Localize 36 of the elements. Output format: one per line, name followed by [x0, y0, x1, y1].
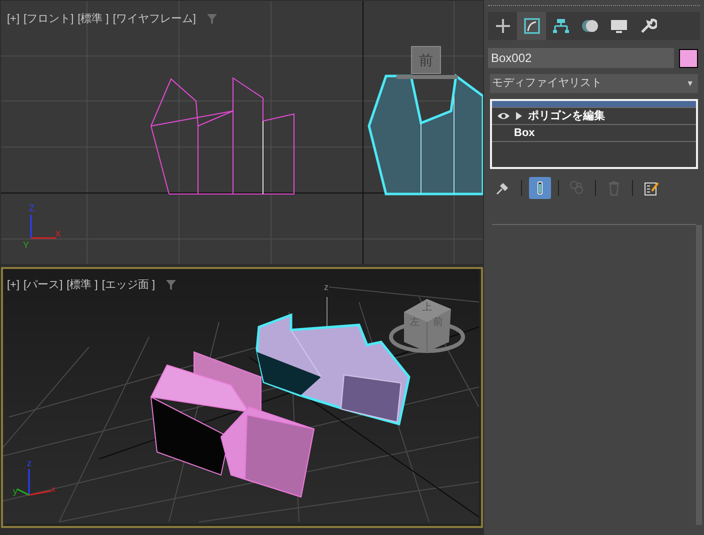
create-icon — [494, 17, 512, 35]
viewport-menu-label[interactable]: [標準 ] — [66, 277, 98, 294]
viewport-menu-label[interactable]: [+] — [7, 11, 20, 28]
axis-label: X — [55, 230, 62, 239]
viewport-menu-label[interactable]: [フロント] — [24, 11, 74, 28]
stack-item-label: ポリゴンを編集 — [528, 108, 605, 124]
axis-tripod-icon — [30, 215, 56, 239]
stack-item-label: Box — [514, 126, 535, 141]
hierarchy-icon — [552, 17, 570, 35]
viewport-menu-label[interactable]: [標準 ] — [78, 11, 109, 28]
object-color-swatch[interactable] — [679, 48, 698, 68]
axis-label: Y — [23, 241, 30, 250]
viewport-menu-label[interactable]: [+] — [7, 277, 20, 294]
modifier-list-dropdown[interactable]: モディファイヤリスト ▼ — [490, 74, 698, 93]
expand-arrow-icon[interactable] — [516, 112, 522, 120]
eye-icon[interactable] — [497, 112, 510, 120]
stack-item[interactable]: ポリゴンを編集 — [492, 108, 696, 125]
gizmo-axis-label: z — [324, 283, 328, 292]
viewport-menu-label[interactable]: [エッジ面 ] — [102, 277, 156, 294]
axis-tripod-icon — [16, 469, 52, 496]
axis-label: x — [51, 485, 56, 494]
viewport-menu-label[interactable]: [ワイヤフレーム] — [112, 11, 196, 28]
circles-icon — [569, 180, 585, 196]
trash-icon — [606, 180, 622, 196]
axis-label: Z — [29, 204, 34, 213]
end-result-button[interactable] — [529, 177, 551, 199]
stack-item[interactable]: Box — [492, 125, 696, 142]
axis-label: y — [13, 487, 18, 496]
scrollbar[interactable] — [696, 225, 702, 525]
object-name-field[interactable]: Box002 — [488, 48, 674, 68]
axis-label: z — [27, 459, 32, 468]
panel-tab[interactable] — [517, 12, 546, 40]
display-icon — [610, 17, 628, 35]
viewport-menu-label[interactable]: [パース] — [24, 277, 63, 294]
filter-icon[interactable] — [165, 279, 178, 292]
notepad-pencil-icon — [643, 180, 659, 196]
